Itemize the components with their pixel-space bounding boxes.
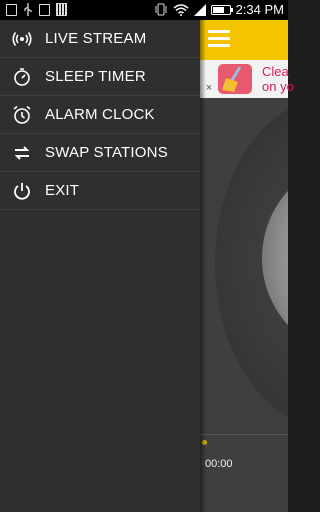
battery-icon	[210, 4, 233, 15]
alarm-icon	[13, 105, 31, 124]
menu-item-alarm-clock[interactable]: ALARM CLOCK	[0, 96, 200, 134]
code-icon	[39, 3, 50, 16]
progress-bar[interactable]	[200, 434, 288, 435]
menu-item-swap-stations[interactable]: SWAP STATIONS	[0, 134, 200, 172]
clock-time: 2:34 PM	[235, 2, 284, 17]
wifi-icon	[173, 4, 189, 16]
broadcast-icon	[12, 32, 32, 46]
elapsed-time: 00:00	[205, 458, 233, 470]
menu-item-live-stream[interactable]: LIVE STREAM	[0, 20, 200, 58]
broom-icon	[218, 64, 252, 94]
menu-item-label: SWAP STATIONS	[45, 144, 168, 161]
barcode-icon	[56, 3, 67, 16]
status-bar: 2:34 PM	[0, 0, 288, 20]
ad-banner[interactable]: × Clea on yo	[200, 60, 294, 98]
app-toolbar	[200, 20, 288, 60]
ad-text: Clea on yo	[262, 64, 294, 94]
vibrate-icon	[155, 3, 167, 16]
menu-item-label: EXIT	[45, 182, 80, 199]
timer-icon	[14, 68, 30, 86]
menu-item-exit[interactable]: EXIT	[0, 172, 200, 210]
drawer-shadow	[200, 20, 206, 512]
power-icon	[14, 183, 30, 200]
usb-icon	[24, 3, 32, 16]
signal-icon	[193, 4, 206, 16]
menu-icon[interactable]	[208, 30, 230, 48]
swap-icon	[14, 146, 30, 160]
menu-item-label: LIVE STREAM	[45, 30, 147, 47]
screenshot-icon	[6, 3, 17, 16]
menu-item-label: SLEEP TIMER	[45, 68, 146, 85]
player-area: 00:00	[200, 98, 288, 512]
menu-item-label: ALARM CLOCK	[45, 106, 155, 123]
navigation-drawer: LIVE STREAM SLEEP TIMER ALARM CLOCK SWAP…	[0, 20, 200, 512]
menu-item-sleep-timer[interactable]: SLEEP TIMER	[0, 58, 200, 96]
